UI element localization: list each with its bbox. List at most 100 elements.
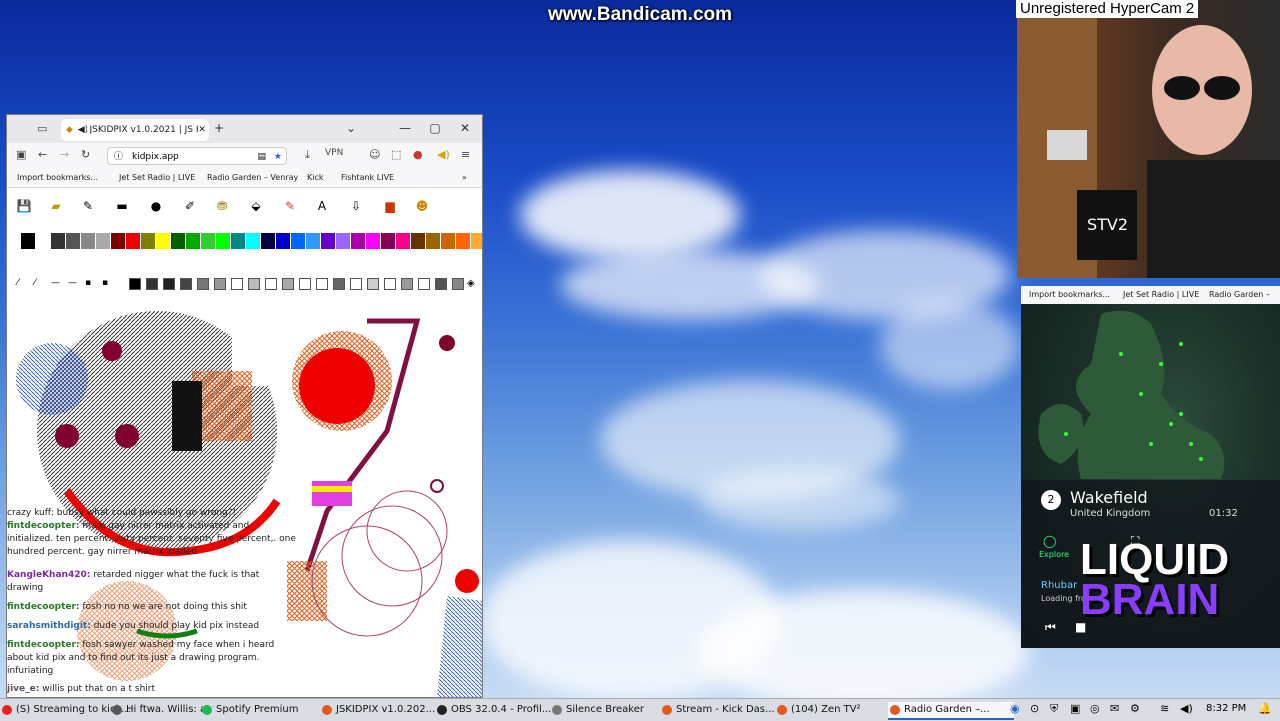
vpn-button[interactable]: VPN (325, 148, 343, 158)
pattern-swatch[interactable] (129, 278, 141, 290)
sidebar-icon[interactable]: ▣ (16, 148, 26, 161)
color-swatch[interactable] (291, 233, 305, 249)
color-swatch[interactable] (456, 233, 470, 249)
pattern-swatch[interactable] (418, 278, 430, 290)
eraser-tool-icon[interactable]: ✎ (281, 197, 299, 215)
move-tool-icon[interactable]: ⇩ (347, 197, 365, 215)
explore-icon[interactable]: ◯ (1043, 534, 1056, 548)
pattern-swatch[interactable] (435, 278, 447, 290)
save-icon[interactable]: 💾 (15, 197, 33, 215)
taskbar-item[interactable]: (S) Streaming to kick... (0, 702, 131, 718)
tray-icon[interactable]: ✉ (1110, 702, 1119, 715)
color-swatch[interactable] (51, 233, 65, 249)
line-size-icon[interactable]: ▪ (85, 278, 97, 290)
color-swatch[interactable] (66, 233, 80, 249)
tab-jskidpix[interactable]: ◆ ◀) JSKIDPIX v1.0.2021 | JS Kid! ✕ (61, 119, 209, 141)
bookmark-import[interactable]: Import bookmarks... (1029, 290, 1110, 299)
color-swatch[interactable] (81, 233, 95, 249)
taskbar-item[interactable]: Stream - Kick Das... (660, 702, 786, 718)
bookmark-jet-set-radio[interactable]: Jet Set Radio | LIVE (119, 173, 195, 182)
download-icon[interactable]: ⤓ (305, 148, 310, 162)
tab-list-icon[interactable]: ▭ (37, 122, 47, 135)
taskbar-item[interactable]: Silence Breaker (550, 702, 666, 718)
tray-icon[interactable]: ⚙ (1130, 702, 1140, 715)
tray-icon[interactable]: ◎ (1090, 702, 1100, 715)
open-icon[interactable]: ▰ (47, 197, 65, 215)
color-swatch[interactable] (471, 233, 482, 249)
bookmark-import[interactable]: Import bookmarks... (17, 173, 98, 182)
pattern-swatch[interactable] (299, 278, 311, 290)
record-icon[interactable]: ● (413, 148, 423, 161)
color-swatch[interactable] (411, 233, 425, 249)
color-swatch[interactable] (36, 233, 50, 249)
pattern-swatch[interactable] (248, 278, 260, 290)
color-swatch[interactable] (321, 233, 335, 249)
text-tool-icon[interactable]: A (313, 197, 331, 215)
pattern-swatch[interactable] (384, 278, 396, 290)
taskbar-item[interactable]: JSKIDPIX v1.0.202... (320, 702, 446, 718)
drawing-canvas[interactable]: crazy kuff: bubsy what could pawssibly g… (7, 311, 482, 697)
pattern-swatch[interactable] (452, 278, 464, 290)
color-swatch[interactable] (141, 233, 155, 249)
color-swatch[interactable] (306, 233, 320, 249)
taskbar-item[interactable]: OBS 32.0.4 - Profil... (435, 702, 561, 718)
reload-button[interactable]: ↻ (81, 148, 90, 161)
color-swatch[interactable] (246, 233, 260, 249)
circle-tool-icon[interactable]: ● (147, 197, 165, 215)
menu-icon[interactable]: ≡ (461, 148, 470, 161)
color-swatch[interactable] (261, 233, 275, 249)
pattern-swatch[interactable] (333, 278, 345, 290)
color-swatch[interactable] (156, 233, 170, 249)
color-swatch[interactable] (126, 233, 140, 249)
maximize-button[interactable]: ▢ (427, 121, 443, 135)
color-swatch[interactable] (366, 233, 380, 249)
color-swatch[interactable] (186, 233, 200, 249)
url-bar[interactable]: ⓘ kidpix.app ▤ ★ (107, 147, 287, 165)
taskbar-item[interactable]: Hi ftwa. Willis: at the S... (110, 702, 214, 718)
tray-icon[interactable]: ⊙ (1030, 702, 1039, 715)
pattern-swatch[interactable] (197, 278, 209, 290)
line-size-icon[interactable]: ⁄ (34, 278, 46, 290)
site-info-icon[interactable]: ⓘ (114, 148, 123, 166)
taskbar-item[interactable]: Radio Garden –... (888, 702, 1014, 720)
bookmark-radio-garden[interactable]: Radio Garden – Venray (207, 173, 298, 182)
bookmark-fishtank[interactable]: Fishtank LIVE (341, 173, 394, 182)
taskbar-clock[interactable]: 8:32 PM (1206, 703, 1246, 714)
extensions-icon[interactable]: ⬚ (391, 148, 401, 161)
minimize-button[interactable]: — (397, 121, 413, 135)
fill-tool-icon[interactable]: ⬙ (247, 197, 265, 215)
color-swatch[interactable] (441, 233, 455, 249)
back-button[interactable]: ← (38, 148, 47, 161)
pattern-swatch[interactable] (316, 278, 328, 290)
pattern-swatch[interactable] (214, 278, 226, 290)
truck-tool-icon[interactable]: ▆ (381, 197, 399, 215)
tab-close-icon[interactable]: ✕ (198, 125, 205, 135)
pattern-swatch[interactable] (231, 278, 243, 290)
pattern-swatch[interactable] (367, 278, 379, 290)
color-swatch[interactable] (111, 233, 125, 249)
taskbar-item[interactable]: Spotify Premium (200, 702, 328, 718)
audio-icon[interactable]: ◀) (437, 148, 450, 161)
previous-icon[interactable]: ⏮ (1045, 620, 1056, 635)
bookmark-kick[interactable]: Kick (307, 173, 324, 182)
pattern-swatch[interactable] (282, 278, 294, 290)
tray-icon[interactable]: ⛨ (1050, 702, 1058, 716)
undo-tool-icon[interactable]: ☻ (413, 197, 431, 215)
volume-icon[interactable]: ◀) (1180, 702, 1193, 715)
color-swatch[interactable] (276, 233, 290, 249)
color-swatch[interactable] (396, 233, 410, 249)
color-swatch[interactable] (426, 233, 440, 249)
color-swatch[interactable] (351, 233, 365, 249)
next-pattern-icon[interactable]: ◈ (467, 278, 479, 290)
reader-icon[interactable]: ▤ (257, 148, 266, 166)
tray-icon[interactable]: ◉ (1010, 702, 1020, 715)
color-swatch[interactable] (336, 233, 350, 249)
pencil-tool-icon[interactable]: ✎ (79, 197, 97, 215)
brush-tool-icon[interactable]: ✐ (181, 197, 199, 215)
bookmark-star-icon[interactable]: ★ (274, 148, 282, 166)
bookmark-jet-set-radio[interactable]: Jet Set Radio | LIVE (1123, 290, 1199, 299)
line-size-icon[interactable]: — (51, 278, 63, 290)
color-swatch[interactable] (21, 233, 35, 249)
line-size-icon[interactable]: ⁄ (17, 278, 29, 290)
line-size-icon[interactable]: — (68, 278, 80, 290)
